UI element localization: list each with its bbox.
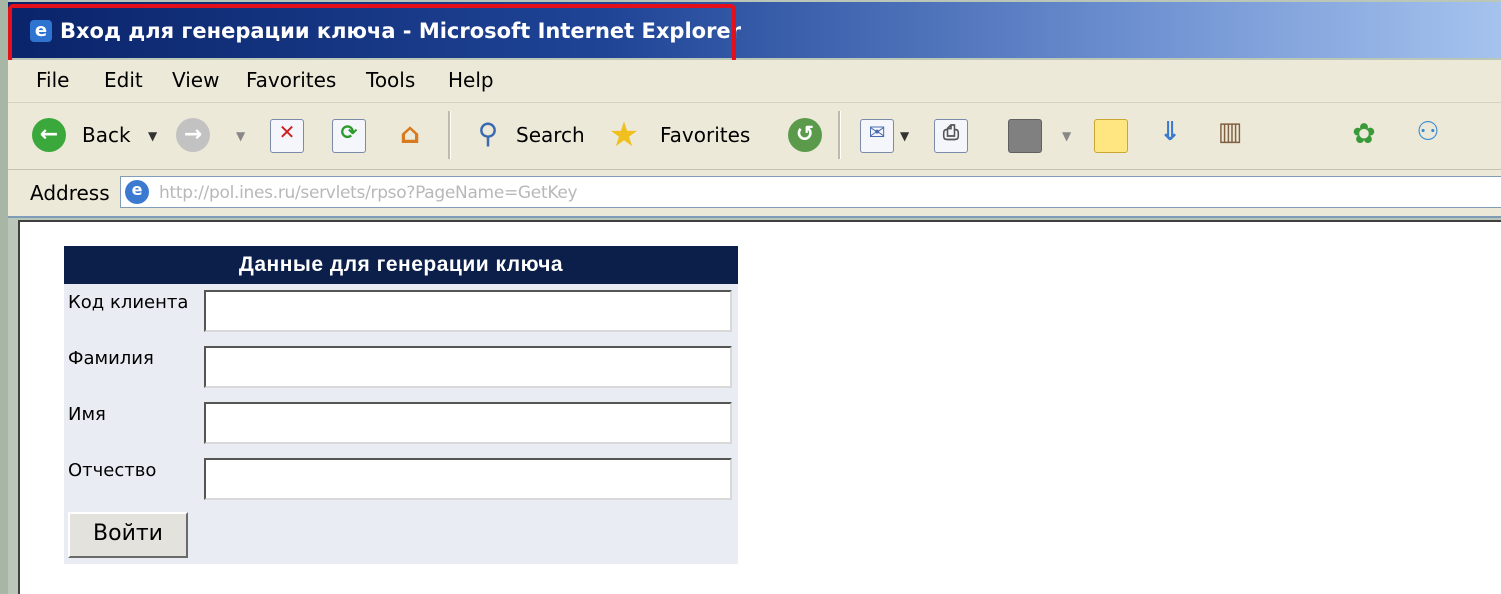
favorites-star-icon[interactable]: ★	[608, 115, 640, 155]
forward-dropdown-icon[interactable]: ▼	[236, 129, 245, 143]
page-icon: e	[125, 180, 149, 204]
refresh-icon[interactable]: ⟳	[332, 119, 366, 153]
toolbar-separator	[838, 111, 841, 159]
title-highlight-box	[8, 4, 736, 64]
menu-tools[interactable]: Tools	[366, 68, 415, 92]
address-input[interactable]: e http://pol.ines.ru/servlets/rpso?PageN…	[120, 176, 1501, 208]
edit-dropdown-icon[interactable]: ▼	[1062, 129, 1071, 143]
favorites-button-label[interactable]: Favorites	[660, 123, 750, 147]
menu-view[interactable]: View	[172, 68, 219, 92]
forward-arrow-icon[interactable]: →	[176, 118, 210, 152]
search-icon[interactable]: ⚲	[472, 117, 504, 150]
menu-file[interactable]: File	[36, 68, 69, 92]
standard-toolbar: ← Back ▼ → ▼ ✕ ⟳ ⌂ ⚲ Search ★ Favorites …	[8, 103, 1501, 170]
toolbar-separator	[448, 111, 451, 159]
address-bar: Address e http://pol.ines.ru/servlets/rp…	[8, 170, 1501, 218]
address-label: Address	[30, 181, 110, 205]
first-name-label: Имя	[68, 404, 106, 425]
last-name-label: Фамилия	[68, 348, 154, 369]
menu-edit[interactable]: Edit	[104, 68, 143, 92]
home-icon[interactable]: ⌂	[392, 117, 428, 153]
discuss-note-icon[interactable]	[1094, 119, 1128, 153]
mail-dropdown-icon[interactable]: ▼	[900, 129, 909, 143]
patronymic-label: Отчество	[68, 460, 157, 481]
login-button[interactable]: Войти	[68, 512, 188, 558]
window-left-border	[0, 0, 8, 594]
client-code-input[interactable]	[204, 290, 732, 332]
search-button-label[interactable]: Search	[516, 123, 585, 147]
back-button-label[interactable]: Back	[82, 123, 131, 147]
messenger-icon[interactable]: ⇓	[1154, 117, 1186, 149]
key-generation-form: Данные для генерации ключа Код клиента Ф…	[64, 246, 738, 564]
client-code-label: Код клиента	[68, 292, 189, 313]
print-icon[interactable]: ⎙	[934, 119, 968, 153]
first-name-input[interactable]	[204, 402, 732, 444]
back-dropdown-icon[interactable]: ▼	[148, 129, 157, 143]
msn-contacts-icon[interactable]: ⚇	[1412, 117, 1444, 149]
research-icon[interactable]: ▥	[1214, 117, 1246, 149]
icq-flower-icon[interactable]: ✿	[1348, 117, 1380, 150]
back-arrow-icon[interactable]: ←	[32, 118, 66, 152]
mail-icon[interactable]: ✉	[860, 119, 894, 153]
patronymic-input[interactable]	[204, 458, 732, 500]
form-header: Данные для генерации ключа	[64, 246, 738, 284]
last-name-input[interactable]	[204, 346, 732, 388]
page-content: Данные для генерации ключа Код клиента Ф…	[18, 220, 1501, 594]
stop-icon[interactable]: ✕	[270, 119, 304, 153]
menu-favorites[interactable]: Favorites	[246, 68, 336, 92]
address-url[interactable]: http://pol.ines.ru/servlets/rpso?PageNam…	[159, 183, 578, 203]
history-icon[interactable]: ↺	[788, 118, 822, 152]
menu-help[interactable]: Help	[448, 68, 494, 92]
menu-bar: File Edit View Favorites Tools Help	[8, 60, 1501, 103]
edit-icon[interactable]	[1008, 119, 1042, 153]
